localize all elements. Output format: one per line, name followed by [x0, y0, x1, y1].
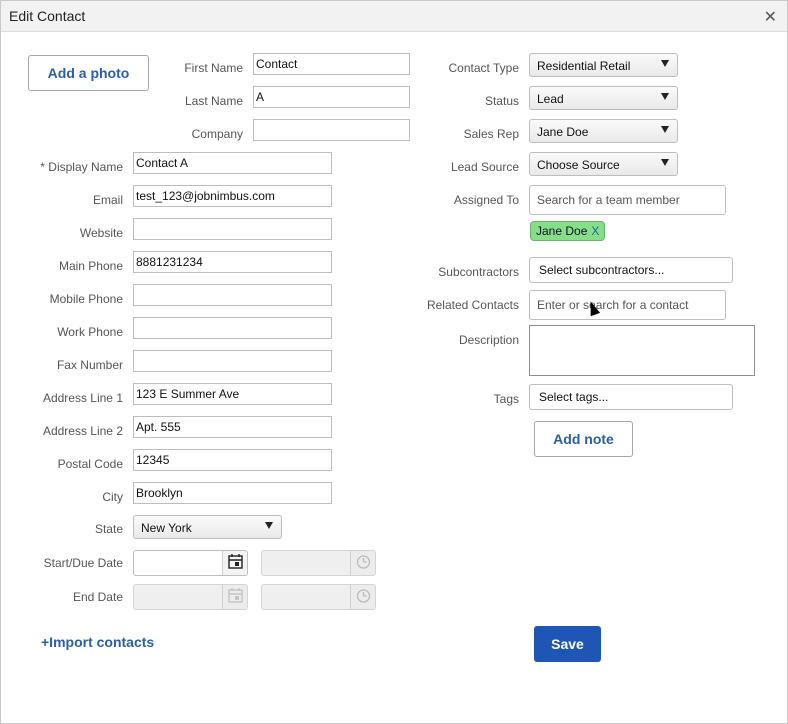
mobile-phone-field[interactable]	[133, 284, 332, 306]
postal-code-label: Postal Code	[57, 457, 123, 471]
address-line2-field[interactable]: Apt. 555	[133, 416, 332, 438]
state-select[interactable]: New York	[133, 515, 282, 539]
mobile-phone-label: Mobile Phone	[49, 292, 123, 306]
main-phone-label: Main Phone	[58, 259, 123, 273]
assigned-to-label: Assigned To	[453, 193, 519, 207]
state-value: New York	[141, 521, 192, 535]
assigned-to-search-input[interactable]: Search for a team member	[529, 185, 726, 215]
end-date-label: End Date	[72, 590, 123, 604]
work-phone-label: Work Phone	[57, 325, 123, 339]
close-icon[interactable]: ✕	[764, 7, 777, 27]
display-name-label: * Display Name	[40, 160, 123, 174]
description-label: Description	[458, 333, 519, 347]
status-label: Status	[484, 94, 519, 108]
tags-label: Tags	[493, 392, 519, 406]
remove-assignee-icon[interactable]: X	[591, 224, 599, 238]
sales-rep-select[interactable]: Jane Doe	[529, 119, 678, 143]
email-field[interactable]: test_123@jobnimbus.com	[133, 185, 332, 207]
website-field[interactable]	[133, 218, 332, 240]
subcontractors-label: Subcontractors	[438, 265, 519, 279]
calendar-icon	[222, 585, 247, 609]
sales-rep-label: Sales Rep	[463, 127, 519, 141]
city-field[interactable]: Brooklyn	[133, 482, 332, 504]
start-due-date-input[interactable]	[133, 550, 248, 576]
end-date-input	[133, 584, 248, 610]
related-contacts-label: Related Contacts	[426, 298, 519, 312]
address-line1-label: Address Line 1	[42, 391, 123, 405]
lead-source-select[interactable]: Choose Source	[529, 152, 678, 176]
assigned-member-chip: Jane Doe X	[530, 221, 606, 241]
display-name-field[interactable]: Contact A	[133, 152, 332, 174]
related-contacts-input[interactable]: Enter or search for a contact	[529, 290, 726, 320]
add-note-button[interactable]: Add note	[534, 421, 633, 457]
lead-source-label: Lead Source	[450, 160, 519, 174]
last-name-field[interactable]: A	[253, 86, 410, 108]
first-name-field[interactable]: Contact	[253, 53, 410, 75]
edit-contact-dialog: Edit Contact ✕ Add a photo First Name Co…	[0, 0, 788, 724]
main-phone-field[interactable]: 8881231234	[133, 251, 332, 273]
contact-type-select[interactable]: Residential Retail	[529, 53, 678, 77]
state-label: State	[94, 522, 123, 536]
dialog-title: Edit Contact	[9, 8, 86, 24]
chevron-down-icon	[661, 60, 669, 67]
contact-type-label: Contact Type	[448, 61, 520, 75]
company-field[interactable]	[253, 119, 410, 141]
city-label: City	[102, 490, 123, 504]
start-due-date-label: Start/Due Date	[43, 556, 123, 570]
chevron-down-icon	[265, 522, 273, 529]
website-label: Website	[79, 226, 123, 240]
status-select[interactable]: Lead	[529, 86, 678, 110]
fax-number-field[interactable]	[133, 350, 332, 372]
first-name-label: First Name	[184, 61, 243, 75]
clock-icon	[350, 551, 375, 575]
assigned-member-name: Jane Doe	[536, 224, 588, 238]
chevron-down-icon	[661, 126, 669, 133]
contact-type-value: Residential Retail	[537, 59, 631, 73]
address-line2-label: Address Line 2	[42, 424, 123, 438]
lead-source-value: Choose Source	[537, 158, 620, 172]
chevron-down-icon	[661, 159, 669, 166]
tags-select[interactable]: Select tags...	[529, 384, 733, 410]
work-phone-field[interactable]	[133, 317, 332, 339]
last-name-label: Last Name	[184, 94, 243, 108]
email-label: Email	[92, 193, 123, 207]
address-line1-field[interactable]: 123 E Summer Ave	[133, 383, 332, 405]
start-due-time-input	[261, 550, 376, 576]
chevron-down-icon	[661, 93, 669, 100]
company-label: Company	[191, 127, 243, 141]
import-contacts-link[interactable]: +Import contacts	[41, 634, 154, 650]
status-value: Lead	[537, 92, 564, 106]
postal-code-field[interactable]: 12345	[133, 449, 332, 471]
end-time-input	[261, 584, 376, 610]
save-button[interactable]: Save	[534, 626, 601, 662]
sales-rep-value: Jane Doe	[537, 125, 589, 139]
fax-number-label: Fax Number	[56, 358, 123, 372]
clock-icon	[350, 585, 375, 609]
title-bar: Edit Contact ✕	[1, 1, 787, 32]
add-photo-button[interactable]: Add a photo	[28, 55, 149, 91]
calendar-icon[interactable]	[222, 551, 247, 575]
description-textarea[interactable]	[529, 325, 755, 376]
subcontractors-select[interactable]: Select subcontractors...	[529, 257, 733, 283]
